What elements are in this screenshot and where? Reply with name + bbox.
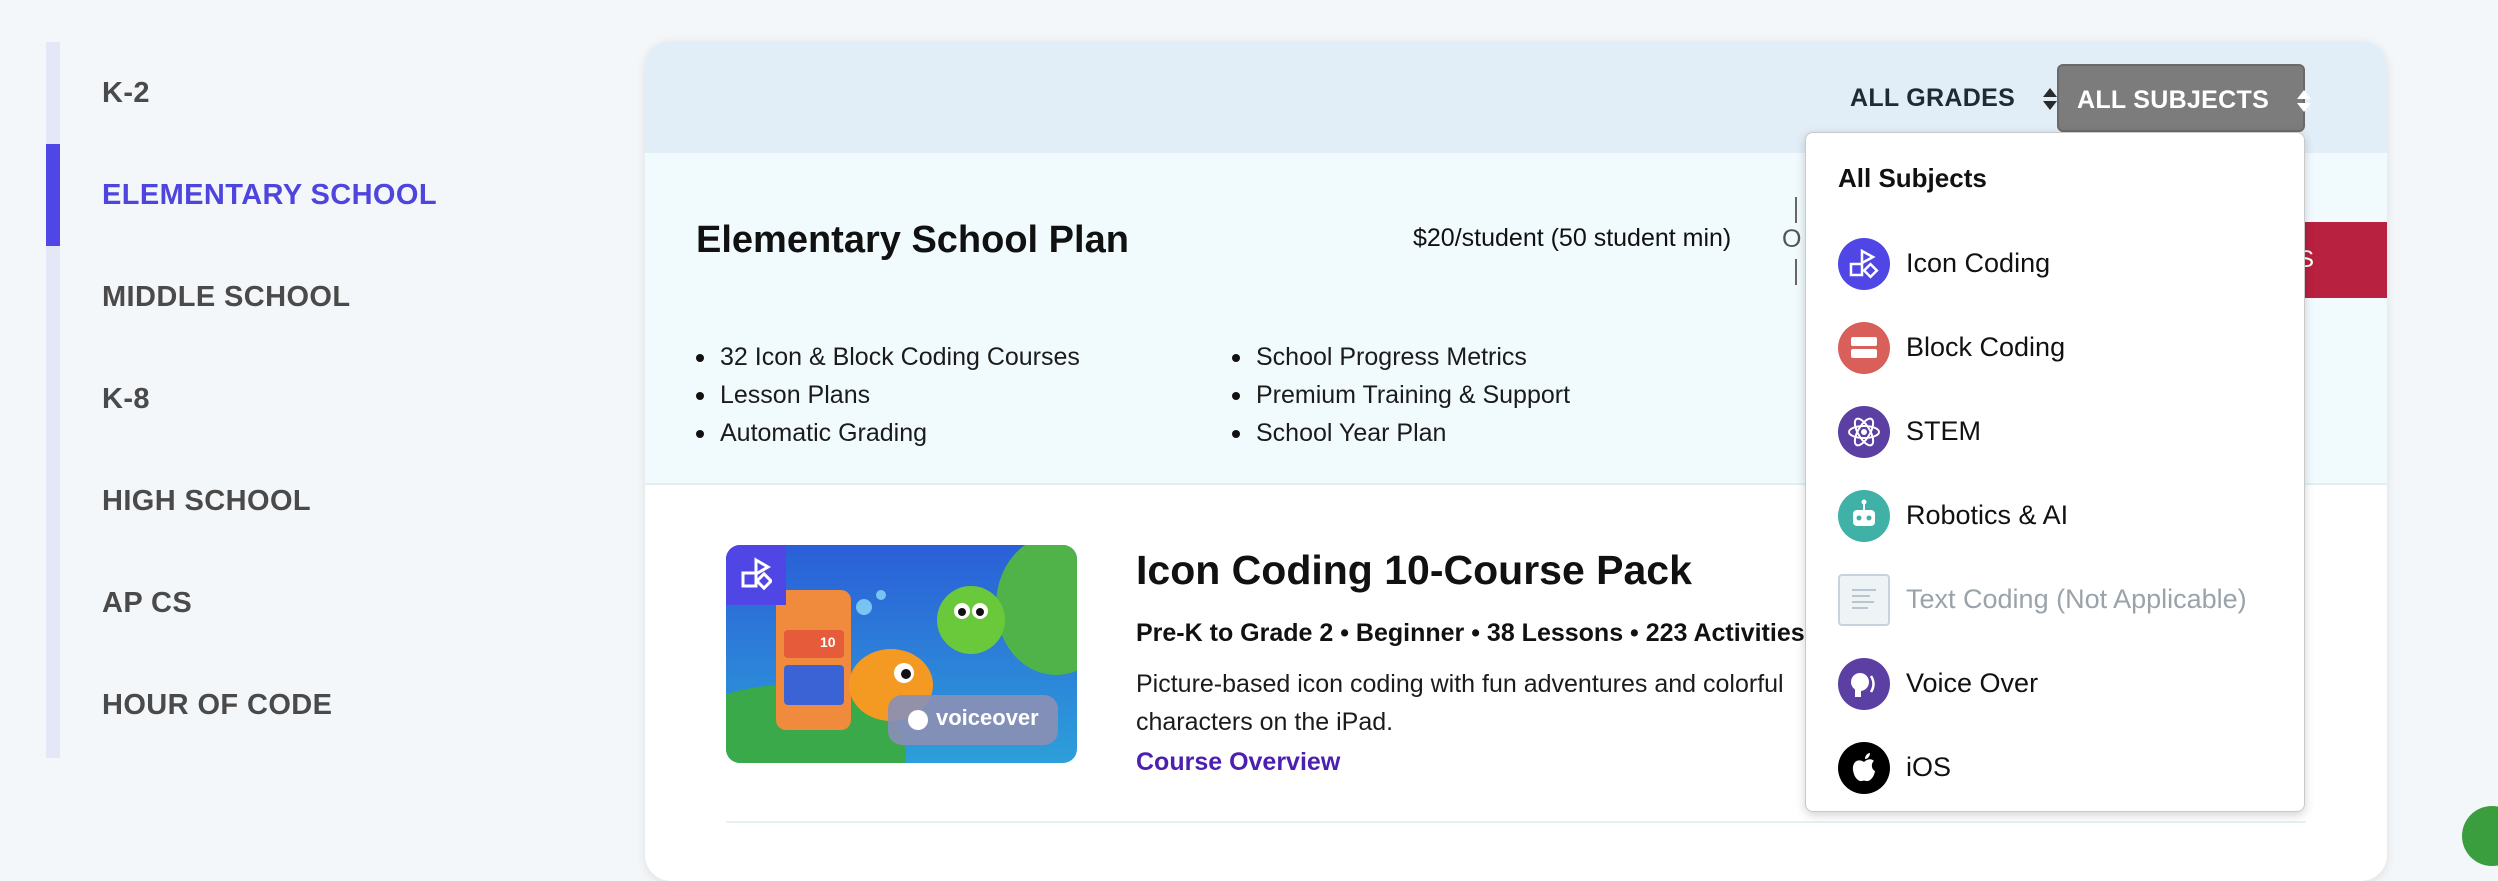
all-subjects-filter[interactable]: ALL SUBJECTS: [2057, 64, 2312, 132]
robot-icon: [1838, 490, 1890, 542]
subject-option-text-coding: Text Coding (Not Applicable): [1838, 571, 2278, 627]
nav-item-k-2[interactable]: K-2: [102, 42, 150, 144]
course-divider: [726, 821, 2306, 823]
nav-item-middle-school[interactable]: MIDDLE SCHOOL: [102, 246, 350, 348]
subject-option-label: iOS: [1906, 752, 1952, 782]
subjects-dropdown: All Subjects Icon Coding Block Coding ST…: [1805, 132, 2305, 812]
nav-active-marker: [46, 144, 60, 246]
course-meta: Pre-K to Grade 2 • Beginner • 38 Lessons…: [1136, 619, 1805, 647]
plan-title: Elementary School Plan: [696, 219, 1129, 261]
nav-item-high-school[interactable]: HIGH SCHOOL: [102, 450, 311, 552]
nav-item-elementary-school[interactable]: ELEMENTARY SCHOOL: [102, 144, 437, 246]
icon-coding-icon: [740, 557, 774, 591]
voice-over-icon: [1838, 658, 1890, 710]
nav-item-k-8[interactable]: K-8: [102, 348, 150, 450]
plan-feature: Premium Training & Support: [1232, 381, 1570, 410]
subject-option-label: STEM: [1906, 416, 1982, 446]
subject-option-label: Voice Over: [1906, 668, 2039, 698]
course-overview-link[interactable]: Course Overview: [1136, 748, 1340, 777]
all-grades-label: ALL GRADES: [1850, 84, 2016, 112]
all-subjects-label: ALL SUBJECTS: [2077, 86, 2270, 114]
thumb-counter: 10: [820, 634, 836, 650]
subject-option-block-coding[interactable]: Block Coding: [1838, 319, 2278, 375]
sort-arrows-icon: [2297, 89, 2312, 113]
plan-or-text: O: [1782, 225, 1802, 253]
dropdown-header[interactable]: All Subjects: [1838, 163, 1987, 194]
subject-option-icon-coding[interactable]: Icon Coding: [1838, 235, 2278, 291]
plan-feature: Lesson Plans: [696, 381, 870, 410]
block-coding-icon: [1838, 322, 1890, 374]
plan-feature: Automatic Grading: [696, 419, 927, 448]
sort-arrows-icon: [2043, 87, 2058, 111]
plan-divider-bottom: [1795, 259, 1797, 285]
subject-option-label: Icon Coding: [1906, 248, 2051, 278]
subject-option-label: Text Coding (Not Applicable): [1906, 584, 2247, 614]
plan-divider-top: [1795, 197, 1797, 223]
decorative-plant: [2462, 806, 2498, 866]
subject-option-label: Robotics & AI: [1906, 500, 2069, 530]
plan-feature: School Year Plan: [1232, 419, 1446, 448]
grade-level-nav: K-2 ELEMENTARY SCHOOL MIDDLE SCHOOL K-8 …: [46, 42, 566, 758]
subject-option-stem[interactable]: STEM: [1838, 403, 2278, 459]
subject-option-label: Block Coding: [1906, 332, 2066, 362]
nav-item-ap-cs[interactable]: AP CS: [102, 552, 192, 654]
course-description: Picture-based icon coding with fun adven…: [1136, 670, 1784, 736]
plan-feature: School Progress Metrics: [1232, 343, 1527, 372]
subject-option-voice-over[interactable]: Voice Over: [1838, 655, 2278, 711]
icon-coding-icon: [1838, 238, 1890, 290]
subject-option-ios[interactable]: iOS: [1838, 739, 2278, 795]
text-coding-icon: [1838, 574, 1890, 626]
atom-icon: [1838, 406, 1890, 458]
plan-feature: 32 Icon & Block Coding Courses: [696, 343, 1080, 372]
nav-item-hour-of-code[interactable]: HOUR OF CODE: [102, 654, 332, 756]
all-grades-filter[interactable]: ALL GRADES: [1830, 65, 2077, 131]
voiceover-badge-text: voiceover: [936, 705, 1039, 730]
apple-icon: [1838, 742, 1890, 794]
course-thumbnail[interactable]: voiceover 10: [726, 545, 1077, 763]
course-title[interactable]: Icon Coding 10-Course Pack: [1136, 547, 1692, 594]
plan-price: $20/student (50 student min): [1413, 224, 1732, 252]
subject-option-robotics-ai[interactable]: Robotics & AI: [1838, 487, 2278, 543]
